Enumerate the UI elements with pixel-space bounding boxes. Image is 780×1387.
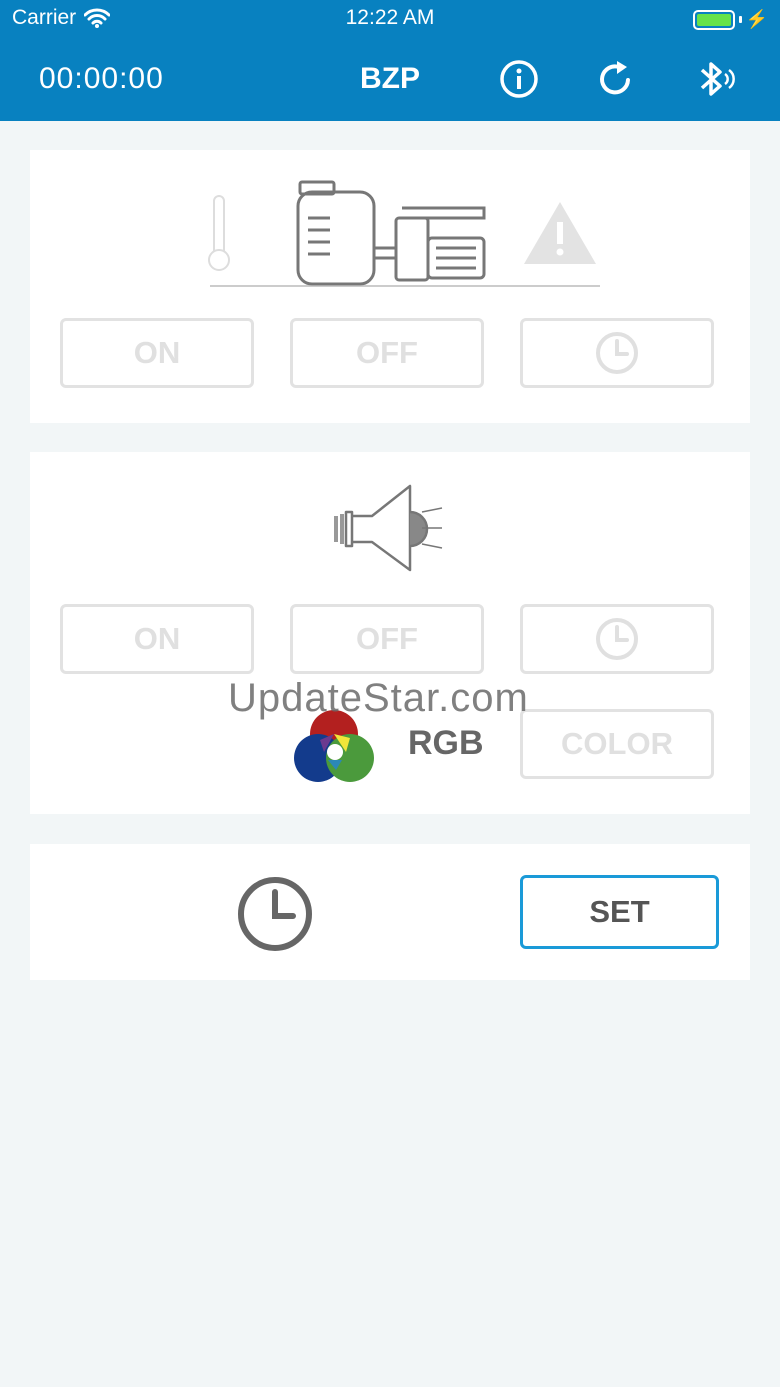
refresh-icon[interactable] <box>595 58 637 100</box>
sound-on-button[interactable]: ON <box>60 604 254 674</box>
rgb-label: RGB <box>408 724 484 762</box>
set-button[interactable]: SET <box>520 875 719 949</box>
info-icon[interactable] <box>498 58 540 100</box>
charging-icon: ⚡ <box>745 9 768 29</box>
sound-timer-button[interactable] <box>520 604 714 674</box>
pump-card: ON OFF <box>30 150 750 423</box>
page-title: BZP <box>360 62 420 95</box>
status-time: 12:22 AM <box>345 6 435 29</box>
watermark: UpdateStar.com <box>228 676 529 720</box>
pump-on-button[interactable]: ON <box>60 318 254 388</box>
battery-icon: ⚡ <box>692 9 768 30</box>
clock-icon <box>238 877 312 951</box>
pump-icon <box>296 180 486 286</box>
pump-off-button[interactable]: OFF <box>290 318 484 388</box>
thermometer-icon <box>208 195 230 271</box>
warning-icon <box>524 202 596 264</box>
top-bar: Carrier 12:22 AM ⚡ 00:00:00 BZP <box>0 0 780 121</box>
clock-card: SET <box>30 844 750 980</box>
color-button[interactable]: COLOR <box>520 709 714 779</box>
pump-illustration <box>208 180 600 287</box>
clock-icon <box>596 618 638 660</box>
sound-card: ON OFF RGB COLOR <box>30 452 750 814</box>
bluetooth-icon[interactable] <box>693 58 735 100</box>
sound-off-button[interactable]: OFF <box>290 604 484 674</box>
speaker-icon <box>334 484 443 572</box>
pump-timer-button[interactable] <box>520 318 714 388</box>
clock-icon <box>596 332 638 374</box>
